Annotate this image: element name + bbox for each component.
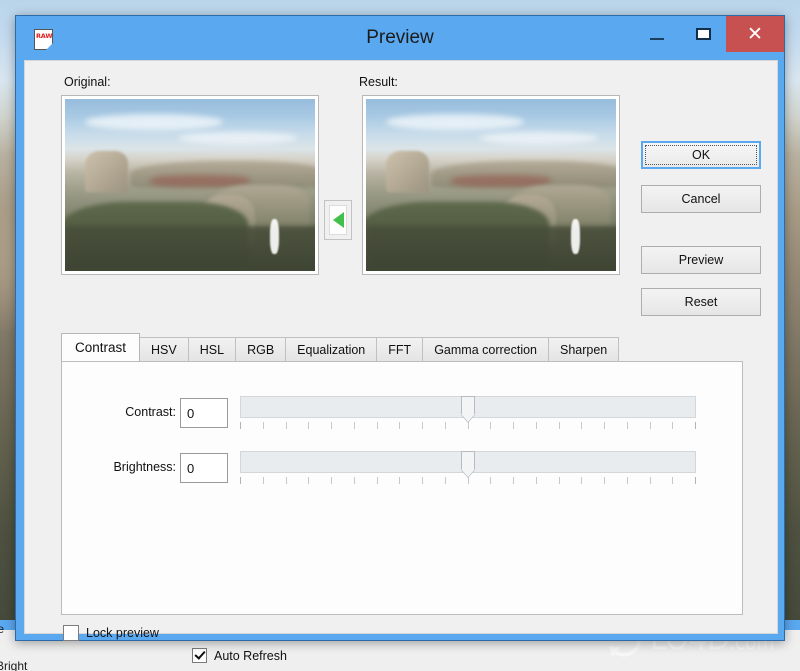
tick-mark — [422, 422, 423, 429]
tick-mark — [535, 422, 537, 429]
auto-refresh-label: Auto Refresh — [214, 648, 287, 663]
tick-mark — [467, 477, 469, 484]
tick-mark — [535, 477, 537, 484]
background-label-partial-1: te — [0, 622, 5, 636]
tick-mark — [672, 477, 674, 484]
minimize-icon — [650, 38, 664, 40]
tick-mark — [285, 477, 287, 484]
ok-button[interactable]: OK — [641, 141, 761, 169]
tick-mark — [626, 422, 628, 429]
dialog-body: Original: Result: OK Cancel Preview Rese… — [24, 60, 778, 641]
result-label: Result: — [359, 75, 398, 89]
tick-mark — [331, 477, 332, 484]
minimize-button[interactable] — [634, 16, 680, 52]
tick-mark — [308, 422, 310, 429]
tick-mark — [399, 477, 401, 484]
tab-rgb[interactable]: RGB — [235, 337, 287, 361]
result-image — [366, 99, 616, 271]
brightness-slider-track[interactable] — [240, 451, 696, 473]
left-arrow-icon — [329, 205, 347, 235]
brightness-value-input[interactable]: 0 — [180, 453, 228, 483]
contrast-slider-thumb[interactable] — [461, 396, 475, 415]
contrast-label: Contrast: — [125, 405, 176, 419]
tick-mark — [626, 477, 628, 484]
tick-mark — [695, 477, 696, 484]
original-image-frame — [61, 95, 319, 275]
tick-mark — [649, 477, 651, 484]
tab-sharpen[interactable]: Sharpen — [548, 337, 620, 361]
auto-refresh-checkbox-row[interactable]: Auto Refresh — [192, 648, 287, 663]
tick-mark — [604, 422, 605, 429]
tick-mark — [422, 477, 423, 484]
maximize-icon — [695, 28, 711, 40]
tick-mark — [444, 477, 446, 484]
tick-mark — [240, 422, 241, 429]
result-image-frame — [362, 95, 620, 275]
tab-hsl[interactable]: HSL — [187, 337, 237, 361]
screen: te Bright Auto Refresh LO4D.com RAW Prev… — [0, 0, 800, 671]
tick-mark — [558, 422, 560, 429]
contrast-slider-row: Contrast: 0 — [62, 394, 742, 444]
contrast-tab-panel: Contrast: 0 Brightness: 0 — [61, 361, 743, 615]
tick-mark — [581, 477, 583, 484]
original-image — [65, 99, 315, 271]
auto-refresh-checkbox[interactable] — [192, 648, 207, 663]
tick-mark — [467, 422, 469, 429]
window-controls: ✕ — [634, 16, 784, 52]
tick-mark — [285, 422, 287, 429]
contrast-slider-ticks — [240, 422, 696, 430]
maximize-button[interactable] — [680, 16, 726, 52]
contrast-value-input[interactable]: 0 — [180, 398, 228, 428]
lock-preview-label: Lock preview — [86, 626, 159, 640]
brightness-slider[interactable] — [240, 451, 696, 493]
tab-gamma-correction[interactable]: Gamma correction — [422, 337, 549, 361]
cancel-button[interactable]: Cancel — [641, 185, 761, 213]
tick-mark — [308, 477, 310, 484]
tick-mark — [490, 422, 492, 429]
tick-mark — [353, 477, 355, 484]
tab-hsv[interactable]: HSV — [139, 337, 189, 361]
brightness-slider-thumb[interactable] — [461, 451, 475, 470]
tick-mark — [376, 477, 378, 484]
tab-fft[interactable]: FFT — [376, 337, 424, 361]
tick-mark — [513, 477, 514, 484]
original-label: Original: — [64, 75, 111, 89]
tick-mark — [331, 422, 332, 429]
tick-mark — [262, 477, 264, 484]
preview-button[interactable]: Preview — [641, 246, 761, 274]
lock-preview-row[interactable]: Lock preview — [63, 625, 159, 641]
tick-mark — [604, 477, 605, 484]
copy-result-to-original-button[interactable] — [324, 200, 352, 240]
tick-mark — [558, 477, 560, 484]
brightness-slider-ticks — [240, 477, 696, 485]
tick-mark — [513, 422, 514, 429]
tick-mark — [399, 422, 401, 429]
tick-mark — [672, 422, 674, 429]
brightness-slider-row: Brightness: 0 — [62, 449, 742, 499]
lock-preview-checkbox[interactable] — [63, 625, 79, 641]
reset-button[interactable]: Reset — [641, 288, 761, 316]
tab-contrast[interactable]: Contrast — [61, 333, 141, 361]
preview-dialog: RAW Preview ✕ Original: Result: OK Cance… — [15, 15, 785, 641]
contrast-slider-track[interactable] — [240, 396, 696, 418]
tick-mark — [353, 422, 355, 429]
tick-mark — [376, 422, 378, 429]
tab-equalization[interactable]: Equalization — [285, 337, 378, 361]
tick-mark — [240, 477, 241, 484]
tick-mark — [444, 422, 446, 429]
contrast-slider[interactable] — [240, 396, 696, 438]
tick-mark — [581, 422, 583, 429]
dialog-titlebar[interactable]: RAW Preview ✕ — [16, 16, 784, 60]
brightness-label: Brightness: — [113, 460, 176, 474]
tick-mark — [262, 422, 264, 429]
background-label-partial-2: Bright — [0, 659, 28, 671]
tick-mark — [695, 422, 696, 429]
tick-mark — [649, 422, 651, 429]
close-button[interactable]: ✕ — [726, 16, 784, 52]
tab-strip: Contrast HSV HSL RGB Equalization FFT Gamma co… — [61, 333, 743, 361]
tick-mark — [490, 477, 492, 484]
